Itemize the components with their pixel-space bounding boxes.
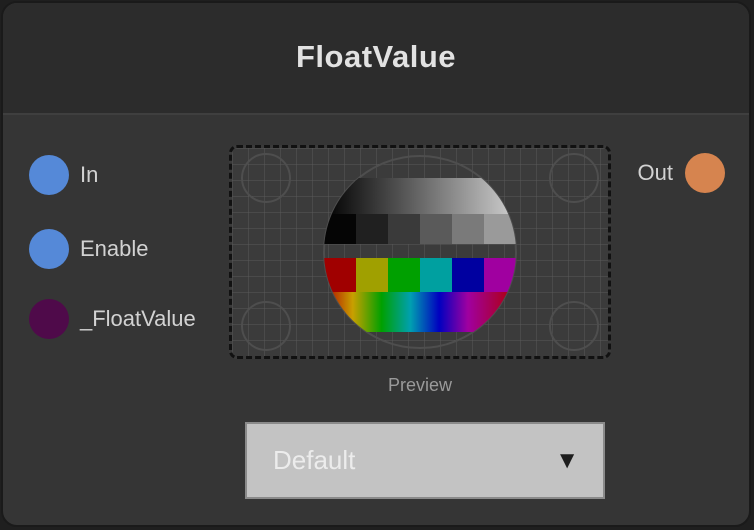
port-connector-in[interactable]: [29, 155, 69, 195]
input-port-enable[interactable]: Enable: [29, 229, 149, 269]
mode-dropdown[interactable]: Default ▼: [245, 422, 605, 499]
output-port-out[interactable]: Out: [638, 153, 725, 193]
input-port-floatvalue[interactable]: _FloatValue: [29, 299, 196, 339]
test-pattern-image: [232, 148, 608, 356]
port-connector-out[interactable]: [685, 153, 725, 193]
node-header[interactable]: FloatValue: [3, 3, 749, 115]
dropdown-value: Default: [273, 445, 356, 475]
preview-caption: Preview: [387, 375, 453, 395]
port-label-out: Out: [637, 160, 673, 185]
port-label-enable: Enable: [80, 236, 149, 261]
input-port-in[interactable]: In: [29, 155, 98, 195]
preview-image: [229, 145, 611, 359]
node-title: FloatValue: [295, 39, 457, 74]
port-label-in: In: [80, 162, 99, 187]
triangle-down-icon: ▼: [555, 446, 579, 474]
port-connector-enable[interactable]: [29, 229, 69, 269]
port-label-floatvalue: _FloatValue: [80, 306, 196, 331]
port-connector-floatvalue[interactable]: [29, 299, 69, 339]
float-value-node[interactable]: FloatValue In Enable _FloatValue Out Pre…: [1, 1, 751, 527]
